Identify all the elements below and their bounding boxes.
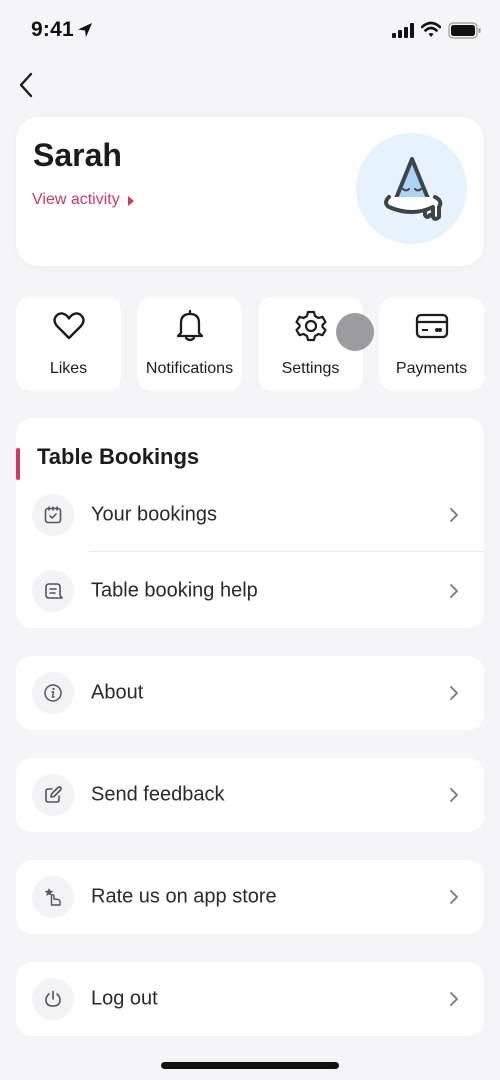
quick-actions: Likes Notifications Settings Payments	[16, 297, 484, 391]
bell-icon	[176, 309, 203, 342]
home-indicator	[161, 1062, 339, 1069]
power-icon	[45, 990, 61, 1007]
send-feedback-label: Send feedback	[91, 783, 225, 806]
payments-label: Payments	[395, 360, 468, 377]
status-bar: 9:41	[0, 0, 500, 60]
log-out-row[interactable]: Log out	[16, 962, 484, 1036]
rate-us-card: Rate us on app store	[16, 860, 484, 934]
section-title: Table Bookings	[37, 444, 200, 469]
chevron-right-icon	[450, 508, 458, 522]
section-accent-bar	[16, 448, 20, 480]
wifi-icon	[421, 21, 441, 37]
cellular-signal-icon	[392, 23, 414, 38]
gear-icon	[294, 310, 327, 342]
likes-label: Likes	[49, 360, 88, 377]
battery-icon	[448, 22, 481, 39]
location-arrow-icon	[78, 23, 92, 37]
back-button[interactable]	[12, 70, 40, 100]
chevron-right-icon	[450, 584, 458, 598]
star-tap-icon	[44, 888, 61, 906]
row-divider	[89, 551, 484, 552]
notifications-label: Notifications	[145, 360, 234, 377]
send-feedback-card: Send feedback	[16, 758, 484, 832]
table-bookings-card: Table Bookings Your bookings Table booki…	[16, 418, 484, 628]
view-activity-link[interactable]: View activity	[32, 191, 134, 209]
your-bookings-label: Your bookings	[91, 503, 218, 526]
notifications-button[interactable]: Notifications	[137, 297, 242, 391]
table-booking-help-row[interactable]: Table booking help	[16, 554, 484, 628]
info-icon	[44, 684, 62, 702]
chevron-right-icon	[450, 992, 458, 1006]
send-feedback-row[interactable]: Send feedback	[16, 758, 484, 832]
likes-button[interactable]: Likes	[16, 297, 121, 391]
chevron-left-icon	[19, 72, 33, 98]
status-time: 9:41	[31, 18, 74, 41]
calendar-check-icon	[44, 506, 62, 524]
credit-card-icon	[415, 313, 448, 339]
heart-icon	[52, 312, 85, 340]
rate-us-row[interactable]: Rate us on app store	[16, 860, 484, 934]
touch-indicator	[336, 313, 374, 351]
log-out-card: Log out	[16, 962, 484, 1036]
chevron-right-icon	[450, 686, 458, 700]
log-out-label: Log out	[91, 987, 158, 1010]
chat-help-icon	[45, 583, 63, 599]
cone-mascot-icon	[383, 156, 442, 221]
about-label: About	[91, 681, 144, 704]
about-card: About	[16, 656, 484, 730]
payments-button[interactable]: Payments	[379, 297, 484, 391]
edit-icon	[45, 786, 62, 803]
chevron-right-icon	[450, 788, 458, 802]
table-booking-help-label: Table booking help	[91, 579, 258, 602]
about-row[interactable]: About	[16, 656, 484, 730]
rate-us-label: Rate us on app store	[91, 885, 277, 908]
settings-label: Settings	[281, 360, 340, 377]
profile-name: Sarah	[33, 137, 122, 173]
caret-right-icon	[127, 195, 134, 206]
avatar[interactable]	[356, 133, 467, 244]
profile-card: Sarah View activity	[16, 117, 484, 266]
your-bookings-row[interactable]: Your bookings	[16, 478, 484, 552]
view-activity-label: View activity	[32, 191, 120, 208]
chevron-right-icon	[450, 890, 458, 904]
